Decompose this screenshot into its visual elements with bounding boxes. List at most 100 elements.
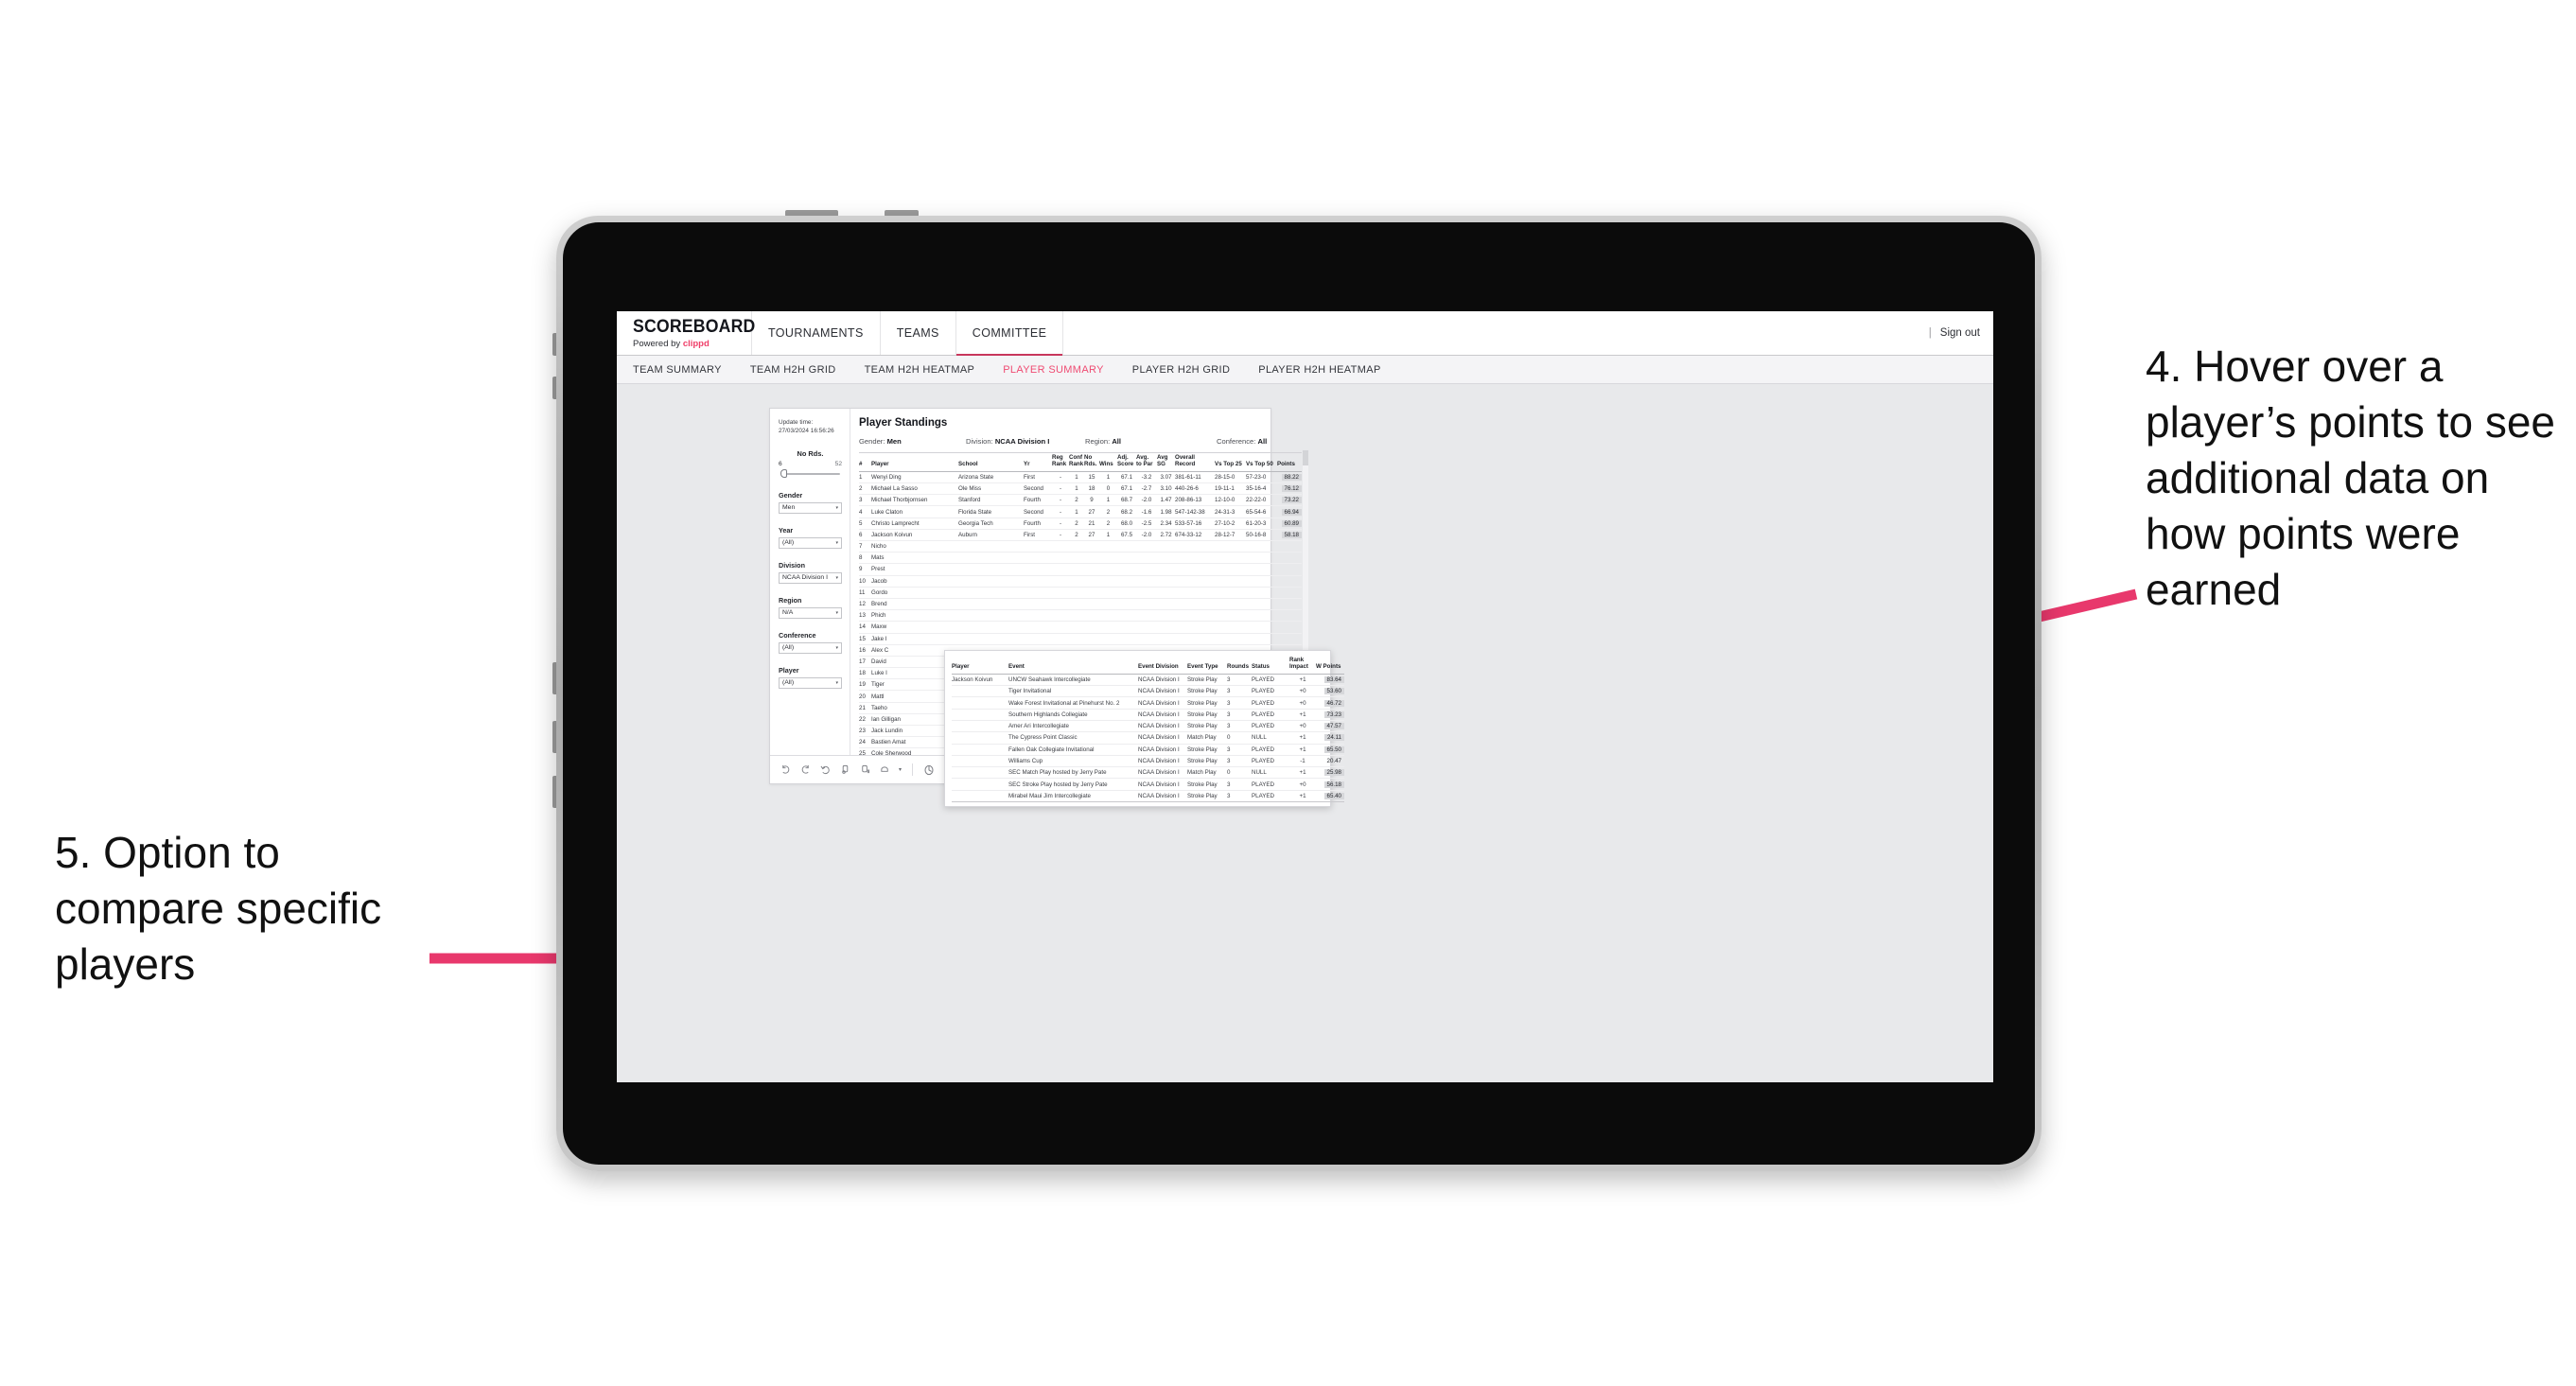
table-row[interactable]: 6 Jackson Koivun Auburn First -2 27 1 67.5 -2.0 2… — [859, 529, 1302, 542]
table-row[interactable]: 13 Phich — [859, 609, 1302, 623]
cell-points[interactable] — [1277, 621, 1302, 634]
table-row[interactable]: 8 Mats — [859, 552, 1302, 565]
filter-gender-select[interactable]: Men ▾ — [779, 501, 842, 514]
scrollbar-thumb[interactable] — [1303, 450, 1308, 465]
redo-icon[interactable] — [799, 764, 811, 776]
tab-team-summary[interactable]: TEAM SUMMARY — [633, 364, 722, 376]
no-rounds-slider-filter[interactable]: No Rds. 6 52 — [779, 449, 842, 478]
col-reg-rank[interactable]: Reg Rank — [1052, 452, 1069, 472]
cell-points[interactable]: 58.18 — [1277, 529, 1302, 542]
cell-wins: 0 — [1099, 482, 1117, 496]
col-overall-record[interactable]: Overall Record — [1175, 452, 1215, 472]
tab-team-h2h-heatmap[interactable]: TEAM H2H HEATMAP — [865, 364, 975, 376]
filter-region-select[interactable]: N/A ▾ — [779, 606, 842, 619]
col-adj-score[interactable]: Adj. Score — [1117, 452, 1136, 472]
tooltip-cell-type: Match Play — [1187, 731, 1227, 745]
filter-year-select[interactable]: (All) ▾ — [779, 536, 842, 549]
wpoints-value: 73.23 — [1323, 711, 1344, 718]
table-row[interactable]: 12 Brend — [859, 598, 1302, 611]
cell-n: 15 — [859, 633, 871, 645]
filter-player-select[interactable]: (All) ▾ — [779, 676, 842, 689]
table-row[interactable]: 4 Luke Claton Florida State Second -1 27 2 68.2… — [859, 505, 1302, 518]
custom-view-icon[interactable] — [879, 764, 890, 776]
cell-points[interactable]: 66.94 — [1277, 505, 1302, 518]
table-row[interactable]: 15 Jake I — [859, 633, 1302, 645]
tab-team-h2h-grid[interactable]: TEAM H2H GRID — [750, 364, 836, 376]
col-player[interactable]: Player — [871, 452, 958, 472]
col-no-rounds[interactable]: No Rds. — [1084, 452, 1099, 472]
col-avg-sg[interactable]: Avg SG — [1157, 452, 1175, 472]
toolbar-divider — [912, 763, 914, 776]
cell-conf: 2 — [1069, 518, 1084, 530]
table-row[interactable]: 14 Maxw — [859, 621, 1302, 634]
sign-out-link[interactable]: Sign out — [1940, 327, 1980, 339]
pause-auto-update-icon[interactable] — [859, 764, 870, 776]
cell-points[interactable] — [1277, 633, 1302, 645]
cell-points[interactable] — [1277, 540, 1302, 553]
chevron-down-icon: ▾ — [835, 679, 838, 686]
table-row[interactable]: 11 Gordo — [859, 587, 1302, 599]
points-value: 58.18 — [1281, 531, 1302, 538]
cell-points[interactable] — [1277, 598, 1302, 611]
col-year[interactable]: Yr — [1024, 452, 1052, 472]
slideshow-icon[interactable] — [923, 764, 935, 776]
cell-player: Brend — [871, 598, 958, 611]
brand-logo[interactable]: SCOREBOARD Powered by clippd — [617, 311, 755, 355]
col-school[interactable]: School — [958, 452, 1024, 472]
filter-division-value: NCAA Division I — [782, 574, 828, 582]
nav-item-teams[interactable]: TEAMS — [881, 311, 956, 355]
table-row[interactable]: 7 Nicho — [859, 540, 1302, 553]
cell-wins — [1099, 563, 1117, 576]
cell-points[interactable] — [1277, 609, 1302, 623]
col-conf-rank[interactable]: Conf Rank — [1069, 452, 1084, 472]
col-vs-top-50[interactable]: Vs Top 50 — [1246, 452, 1277, 472]
cell-n: 11 — [859, 587, 871, 599]
table-row[interactable]: 1 Wenyi Ding Arizona State First -1 15 1 67.1 -3… — [859, 471, 1302, 484]
tooltip-cell-rounds: 3 — [1227, 790, 1252, 802]
cell-points[interactable] — [1277, 552, 1302, 565]
tooltip-cell-player — [952, 766, 1008, 780]
refresh-data-icon[interactable] — [839, 764, 850, 776]
tooltip-cell-impact: +1 — [1289, 766, 1316, 780]
cell-rds — [1084, 621, 1099, 634]
table-row[interactable]: 5 Christo Lamprecht Georgia Tech Fourth -2 21… — [859, 518, 1302, 530]
table-row[interactable]: 9 Prest — [859, 563, 1302, 576]
cell-points[interactable]: 76.12 — [1277, 482, 1302, 496]
tab-player-h2h-grid[interactable]: PLAYER H2H GRID — [1132, 364, 1230, 376]
slider-handle[interactable] — [780, 468, 787, 478]
filter-conference-value: (All) — [782, 644, 795, 652]
cell-rec — [1175, 540, 1215, 553]
tooltip-row: Amer Ari Intercollegiate NCAA Division IS… — [952, 720, 1344, 733]
filter-division-select[interactable]: NCAA Division I ▾ — [779, 571, 842, 584]
chevron-down-icon[interactable]: ▾ — [899, 766, 902, 773]
slider-track[interactable] — [779, 468, 842, 478]
tab-player-h2h-heatmap[interactable]: PLAYER H2H HEATMAP — [1258, 364, 1380, 376]
undo-icon[interactable] — [780, 764, 791, 776]
cell-conf — [1069, 621, 1084, 634]
cell-points[interactable]: 60.89 — [1277, 518, 1302, 530]
table-row[interactable]: 10 Jacob — [859, 575, 1302, 588]
cell-points[interactable]: 73.22 — [1277, 494, 1302, 507]
col-rank[interactable]: # — [859, 452, 871, 472]
tooltip-cell-player — [952, 720, 1008, 733]
cell-points[interactable]: 88.22 — [1277, 471, 1302, 484]
cell-points[interactable] — [1277, 563, 1302, 576]
cell-points[interactable] — [1277, 587, 1302, 599]
tooltip-cell-event: SEC Match Play hosted by Jerry Pate — [1008, 766, 1138, 780]
col-points[interactable]: Points — [1277, 452, 1302, 472]
table-row[interactable]: 3 Michael Thorbjornsen Stanford Fourth -2 9 1 6… — [859, 494, 1302, 507]
col-wins[interactable]: Wins — [1099, 452, 1117, 472]
table-row[interactable]: 2 Michael La Sasso Ole Miss Second -1 18 0 67.1… — [859, 482, 1302, 496]
tooltip-cell-event: Fallen Oak Collegiate Invitational — [1008, 744, 1138, 756]
cell-t25 — [1215, 552, 1246, 565]
revert-icon[interactable] — [819, 764, 831, 776]
col-vs-top-25[interactable]: Vs Top 25 — [1215, 452, 1246, 472]
nav-item-committee[interactable]: COMMITTEE — [955, 311, 1064, 356]
cell-rds — [1084, 575, 1099, 588]
col-avg-to-par[interactable]: Avg. to Par — [1136, 452, 1157, 472]
filter-conference-select[interactable]: (All) ▾ — [779, 641, 842, 654]
meta-region: Region: All — [1085, 437, 1217, 446]
cell-points[interactable] — [1277, 575, 1302, 588]
tab-player-summary[interactable]: PLAYER SUMMARY — [1003, 364, 1104, 376]
nav-item-tournaments[interactable]: TOURNAMENTS — [752, 311, 881, 355]
